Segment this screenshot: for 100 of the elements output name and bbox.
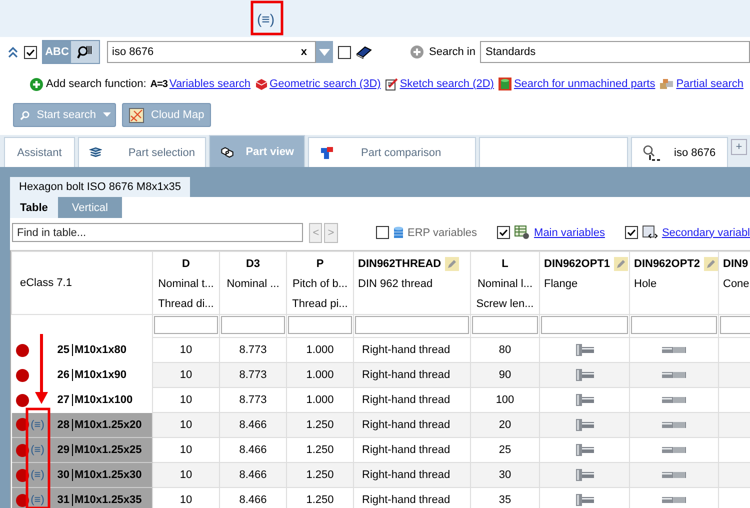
- table-cell: 80: [498, 344, 512, 356]
- add-search-label: Add search function:: [46, 78, 146, 90]
- column-description: Nominal ...: [226, 278, 280, 290]
- table-settings-icon: [514, 225, 530, 240]
- pencil-icon[interactable]: [704, 257, 718, 271]
- book-icon[interactable]: [356, 45, 372, 59]
- search-field[interactable]: iso 8676 x: [107, 41, 316, 63]
- bolt-icon: [574, 368, 594, 382]
- cubes-icon: [220, 144, 234, 158]
- status-dot: [16, 394, 28, 406]
- variables-link[interactable]: Main variables: [534, 226, 605, 238]
- search-scope-field[interactable]: Standards: [480, 41, 750, 63]
- column-header[interactable]: D3: [246, 258, 260, 270]
- variables-link[interactable]: Secondary variabl: [662, 226, 750, 238]
- row-name[interactable]: M10x1x90: [72, 369, 126, 381]
- checkbox[interactable]: [24, 46, 37, 58]
- bolt-icon: [574, 468, 594, 482]
- column-filter-field[interactable]: [355, 316, 469, 334]
- row-name[interactable]: M10x1.25x30: [72, 469, 142, 481]
- list-marker-icon: (≡): [257, 10, 274, 26]
- barcode-search-toggle[interactable]: [71, 41, 99, 63]
- magnifier-barcode-icon: [77, 45, 93, 59]
- status-dot: [16, 368, 28, 382]
- caret-icon[interactable]: [103, 112, 111, 118]
- add-icon[interactable]: [30, 78, 43, 90]
- checkbox[interactable]: [338, 46, 351, 58]
- column-filter-field[interactable]: [631, 316, 717, 334]
- view-tab[interactable]: Table: [10, 197, 58, 218]
- row-number: 31: [46, 494, 72, 506]
- tab[interactable]: Part comparison: [308, 137, 476, 167]
- row-name[interactable]: M10x1x100: [72, 394, 133, 406]
- column-header[interactable]: D: [182, 258, 190, 270]
- tab[interactable]: iso 8676: [631, 137, 728, 167]
- table-cell: 10: [180, 444, 192, 456]
- table-cell: 1.000: [306, 369, 334, 381]
- table-cell: Right-hand thread: [362, 369, 450, 381]
- tab[interactable]: Part selection: [78, 137, 206, 167]
- search-function-link[interactable]: Variables search: [169, 78, 251, 90]
- search-function-link[interactable]: Partial search: [676, 78, 744, 90]
- bolt-icon: [574, 418, 594, 432]
- bolt-icon: [574, 393, 594, 407]
- find-in-table-field[interactable]: Find in table...: [12, 223, 304, 242]
- column-filter-field[interactable]: [472, 316, 538, 334]
- tab[interactable]: [479, 137, 628, 167]
- search-in-label: Search in: [429, 46, 476, 58]
- list-marker-icon: (≡): [30, 494, 44, 506]
- add-tab-button[interactable]: +: [731, 139, 747, 155]
- table-cell: 1.000: [306, 394, 334, 406]
- search-icon: [642, 144, 662, 160]
- bolt-icon: [574, 443, 594, 457]
- table-cell: 10: [180, 494, 192, 506]
- pencil-icon[interactable]: [614, 257, 628, 271]
- column-header: eClass 7.1: [20, 277, 72, 289]
- column-header[interactable]: DIN962THREAD: [358, 258, 442, 270]
- column-description: Nominal t...: [158, 278, 214, 290]
- row-number: 26: [46, 369, 72, 381]
- map-icon: [129, 108, 144, 122]
- row-name[interactable]: M10x1x80: [72, 344, 126, 356]
- table-cell: 8.773: [239, 344, 267, 356]
- row-name[interactable]: M10x1.25x35: [72, 494, 142, 506]
- cube-icon: [254, 78, 268, 90]
- collapse-icon[interactable]: [7, 46, 19, 58]
- column-description: Thread di...: [158, 298, 214, 310]
- tab[interactable]: Assistant: [4, 137, 75, 167]
- column-filter-field[interactable]: [221, 316, 285, 334]
- checkbox[interactable]: [376, 226, 389, 239]
- table-cell: 35: [498, 494, 512, 506]
- part-tab[interactable]: Hexagon bolt ISO 8676 M8x1x35: [10, 177, 190, 197]
- search-function-link[interactable]: Geometric search (3D): [270, 78, 381, 90]
- cylinder-icon: [498, 77, 512, 91]
- column-filter-field[interactable]: [541, 316, 628, 334]
- column-header[interactable]: DIN962OPT2: [634, 258, 700, 270]
- pencil-icon[interactable]: [445, 257, 460, 271]
- column-header[interactable]: L: [502, 258, 508, 270]
- column-header[interactable]: DIN962OPT1: [544, 258, 610, 270]
- search-function-link[interactable]: Search for unmachined parts: [514, 78, 656, 90]
- row-number: 25: [46, 344, 72, 356]
- column-header[interactable]: DIN9: [723, 258, 748, 270]
- search-function-link[interactable]: Sketch search (2D): [400, 78, 494, 90]
- row-name[interactable]: M10x1.25x25: [72, 444, 142, 456]
- checkbox[interactable]: [624, 226, 638, 239]
- checkbox[interactable]: [497, 226, 510, 239]
- table-cell: 30: [498, 469, 512, 481]
- row-name[interactable]: M10x1.25x20: [72, 418, 142, 431]
- column-filter-field[interactable]: [288, 316, 352, 334]
- dropdown-button[interactable]: [316, 41, 333, 63]
- bolt-icon: [574, 493, 594, 507]
- column-header[interactable]: P: [316, 258, 324, 270]
- row-number: 29: [46, 444, 72, 456]
- variables-icon: A=3: [150, 78, 168, 90]
- parts-icon: [659, 78, 674, 90]
- table-cell: 10: [180, 344, 192, 356]
- threaded-hole-icon: [662, 346, 686, 354]
- list-marker-icon: (≡): [30, 469, 44, 481]
- highlight-frame: [250, 0, 284, 36]
- table-cell: Right-hand thread: [362, 419, 450, 431]
- column-filter-field[interactable]: [154, 316, 218, 334]
- add-icon[interactable]: [410, 45, 424, 59]
- table-cell: 8.466: [239, 444, 267, 456]
- table-cell: 8.466: [239, 469, 267, 481]
